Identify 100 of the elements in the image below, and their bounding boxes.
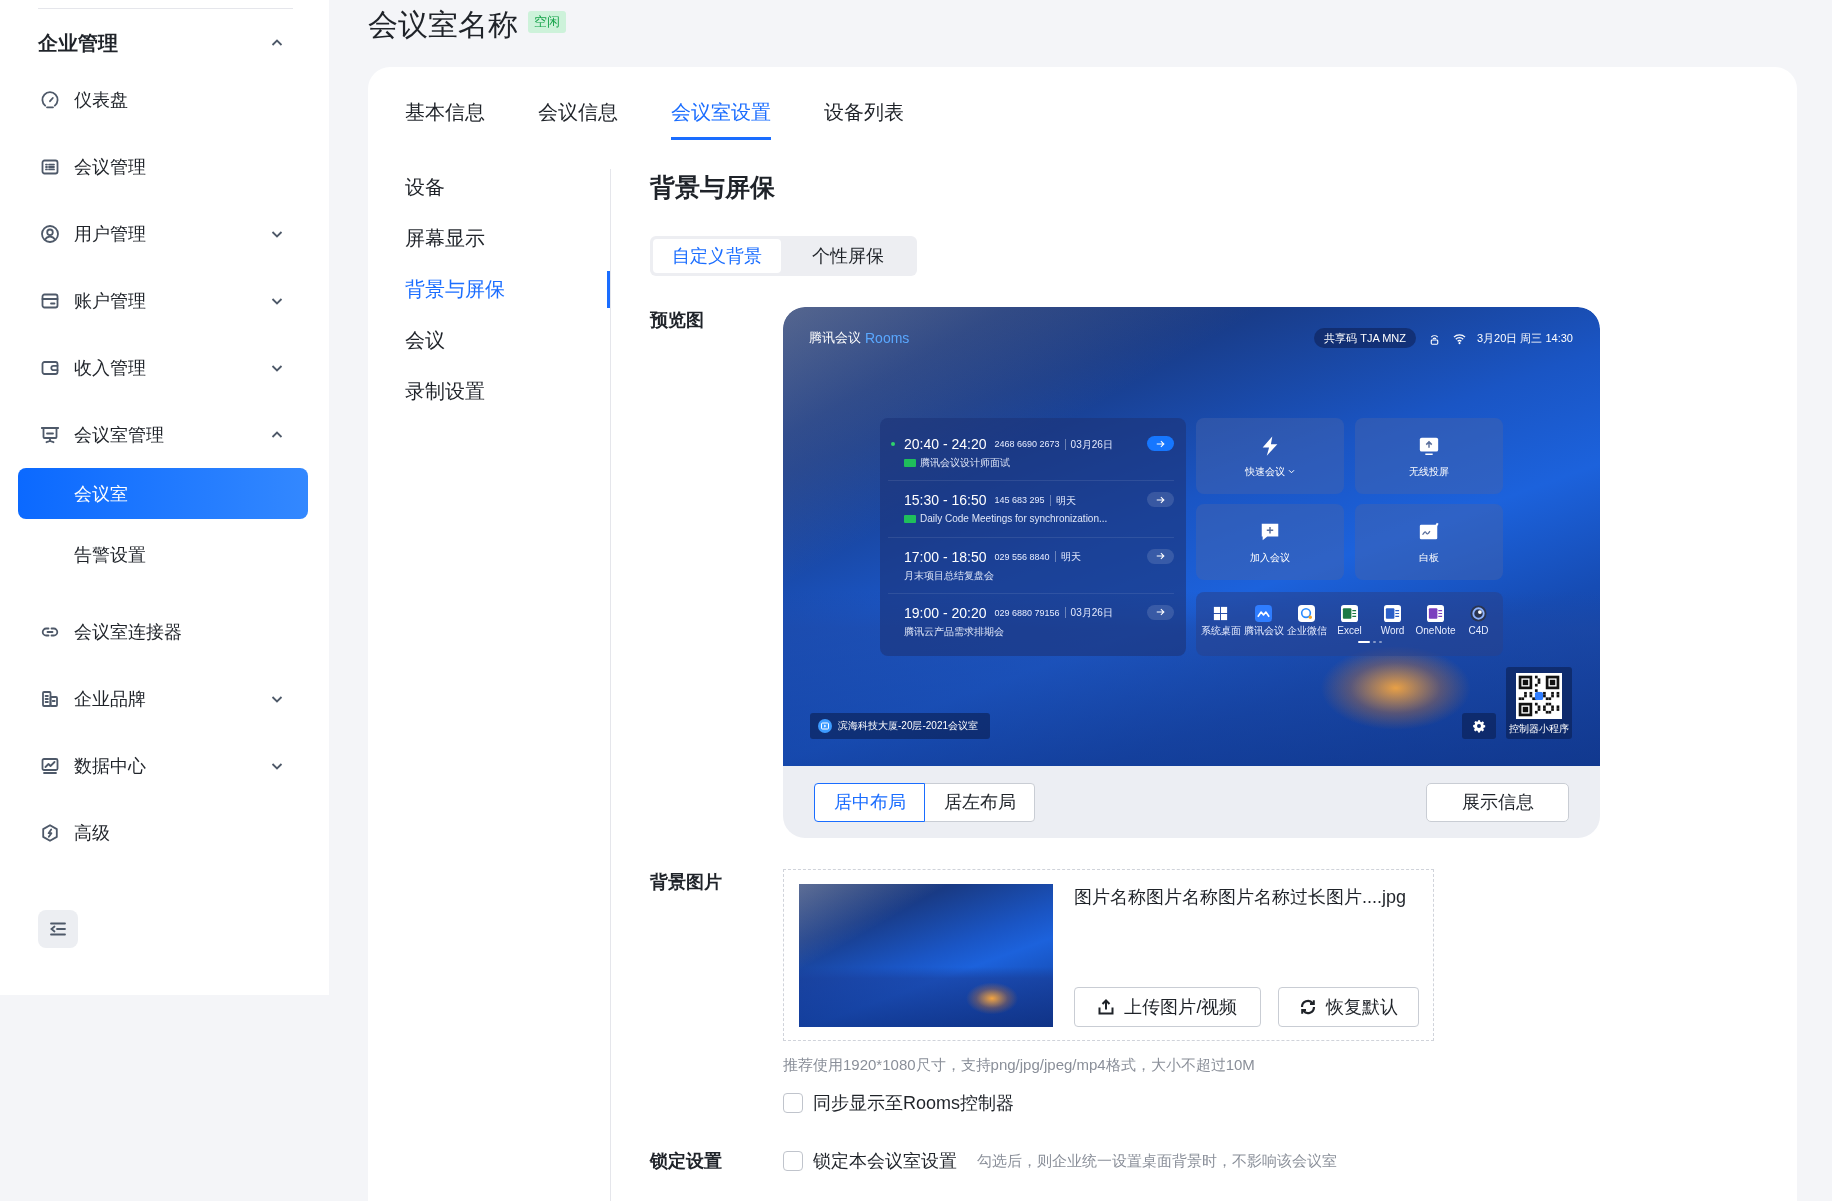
meeting-title: 腾讯云产品需求排期会 [904,624,1004,639]
arrow-right-icon [1156,608,1165,617]
app-icon [1427,605,1444,622]
sidebar-subitem[interactable]: 会议室 [18,468,308,519]
screen-share-icon [1418,435,1440,457]
collapse-button[interactable] [38,910,78,948]
checkbox[interactable] [783,1093,803,1113]
app-label: Word [1380,625,1405,637]
mode-tab[interactable]: 自定义背景 [653,239,781,273]
app-icon [1255,605,1272,622]
share-code-pill: 共享码 TJA MNZ [1314,328,1416,348]
show-info-button[interactable]: 展示信息 [1426,782,1569,822]
meeting-time: 19:00 - 20:20 [904,604,987,621]
meeting-time: 17:00 - 18:50 [904,548,987,565]
app-label: 企业微信 [1286,625,1327,637]
meeting-time: 15:30 - 16:50 [904,492,987,509]
meeting-date: 03月26日 [1064,438,1113,450]
arrow-right-icon [1156,495,1165,504]
sidebar-item[interactable]: 用户管理 [0,200,329,267]
meeting-date: 03月26日 [1064,607,1113,619]
meeting-date: 明天 [1054,551,1081,562]
chart-icon [40,755,60,776]
user-icon [40,223,60,244]
meeting-number: 029 556 8840 [994,551,1050,562]
subnav-item[interactable]: 设备 [405,169,610,206]
app-label: OneNote [1415,625,1456,637]
screen-badge-icon [818,719,832,733]
status-badge: 空闲 [528,11,566,33]
arrow-right-icon [1156,439,1165,448]
app-icon [1470,605,1487,622]
meeting-date: 明天 [1049,494,1076,506]
room-location: 滨海科技大厦-20层-2021会议室 [838,719,979,733]
mode-tab[interactable]: 个性屏保 [781,239,914,273]
meeting-number: 2468 6690 2673 [994,439,1060,449]
layout-option-button[interactable]: 居中布局 [814,782,925,822]
tab[interactable]: 会议信息 [538,98,618,140]
subnav-item[interactable]: 录制设置 [405,373,610,410]
sidebar-item[interactable]: 仪表盘 [0,66,329,133]
sidebar-item[interactable]: 数据中心 [0,732,329,799]
hexagon-icon [40,822,60,843]
app-icon [1341,605,1358,622]
hint-text: 推荐使用1920*1080尺寸，支持png/jpg/jpeg/mp4格式，大小不超过10M [783,1055,1255,1075]
tab[interactable]: 基本信息 [405,98,485,140]
field-label: 预览图 [650,309,705,332]
checkbox-label: 同步显示至Rooms控制器 [813,1092,1014,1115]
tile-label: 快速会议 [1245,465,1285,478]
sidebar-item[interactable]: 会议管理 [0,133,329,200]
field-label: 背景图片 [650,871,723,894]
tile-label: 白板 [1419,551,1439,564]
meeting-number: 029 6880 79156 [994,607,1060,618]
settings-icon [1472,719,1486,733]
app-icon [1298,605,1315,622]
meeting-time: 20:40 - 24:20 [904,436,987,452]
app-label: Excel [1337,625,1362,637]
subnav-item[interactable]: 背景与屏保 [405,271,610,308]
hint-text: 勾选后，则企业统一设置桌面背景时，不影响该会议室 [977,1151,1337,1171]
wifi-icon [1453,331,1466,345]
building-icon [40,688,60,709]
layout-option-button[interactable]: 居左布局 [924,782,1035,822]
sidebar-item[interactable]: 高级 [0,799,329,866]
sidebar-item[interactable]: 会议室连接器 [0,598,329,665]
checkbox[interactable] [783,1151,803,1171]
meeting-number: 145 683 295 [994,495,1045,506]
meeting-title: 腾讯会议设计师面试 [920,456,1010,470]
app-label: 腾讯会议 [1243,625,1284,637]
subnav-item[interactable]: 会议 [405,322,610,359]
app-icon [1384,605,1401,622]
sidebar-item[interactable]: 会议室管理 [0,401,329,468]
reset-button[interactable]: 恢复默认 [1278,986,1419,1027]
app-label: 系统桌面 [1200,625,1241,637]
page-title: 会议室名称 [368,7,518,43]
checkbox-label: 锁定本会议室设置 [813,1150,957,1173]
date-time: 3月20日 周三 14:30 [1477,330,1573,346]
sidebar-item[interactable]: 收入管理 [0,334,329,401]
gauge-icon [40,89,60,110]
app-icon [1212,605,1229,622]
tile-label: 加入会议 [1250,551,1290,564]
arrow-right-icon [1156,552,1165,560]
upload-button[interactable]: 上传图片/视频 [1074,986,1261,1027]
qr-caption: 控制器小程序 [1509,723,1569,735]
meeting-title: 月末项目总结复盘会 [904,568,994,583]
upload-icon [1097,997,1116,1016]
file-name: 图片名称图片名称图片名称过长图片....jpg [1074,885,1408,909]
tab[interactable]: 设备列表 [824,98,904,140]
section-title: 背景与屏保 [650,172,776,203]
sidebar-subitem[interactable]: 告警设置 [18,529,308,580]
meeting-title: Daily Code Meetings for synchronization... [920,512,1108,527]
sidebar-item[interactable]: 账户管理 [0,267,329,334]
upload-area[interactable]: 图片名称图片名称图片名称过长图片....jpg 上传图片/视频 恢复默认 [783,869,1434,1041]
brand-name: 腾讯会议 [809,329,861,347]
brand-suffix: Rooms [865,330,910,346]
chat-plus-icon [1259,521,1281,543]
subnav-item[interactable]: 屏幕显示 [405,220,610,257]
qr-code-icon [1516,673,1562,719]
tab[interactable]: 会议室设置 [671,98,771,140]
field-label: 锁定设置 [650,1150,723,1173]
presentation-icon [40,424,60,445]
tile-label: 无线投屏 [1409,465,1449,478]
sidebar-section-header[interactable]: 企业管理 [0,20,329,66]
sidebar-item[interactable]: 企业品牌 [0,665,329,732]
